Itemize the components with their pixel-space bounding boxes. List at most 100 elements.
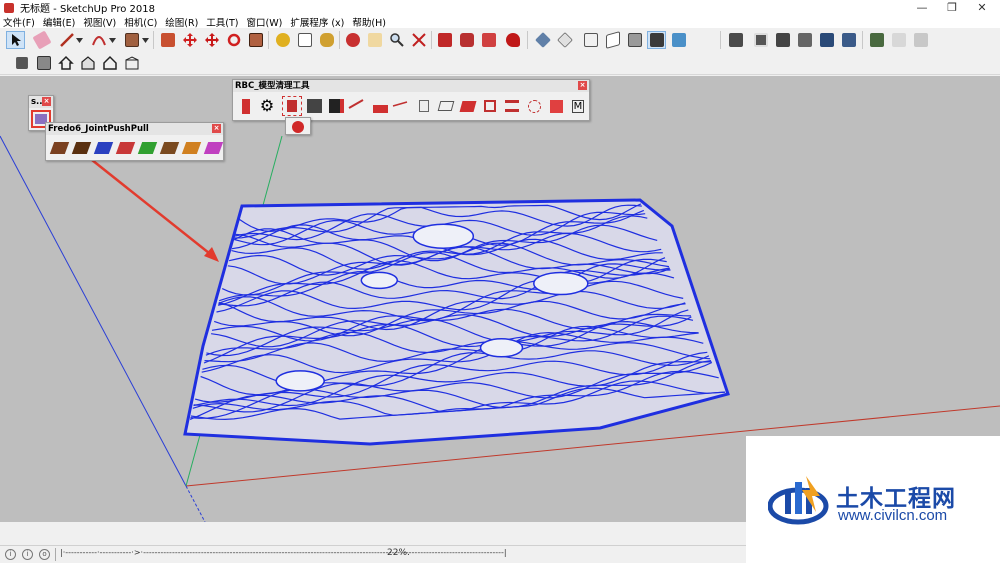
chevron-down-icon[interactable] <box>108 31 117 49</box>
fog-icon[interactable] <box>839 31 858 49</box>
close-icon[interactable]: × <box>42 97 51 106</box>
group-clean-icon[interactable] <box>480 96 500 116</box>
menu-extensions[interactable]: 扩展程序 (x) <box>290 15 344 29</box>
menu-draw[interactable]: 绘图(R) <box>165 15 198 29</box>
tape-measure-icon[interactable] <box>273 31 292 49</box>
trash-icon[interactable] <box>414 96 434 116</box>
rotate-icon[interactable] <box>202 31 221 49</box>
iso-view-icon[interactable] <box>533 31 552 49</box>
menu-file[interactable]: 文件(F) <box>3 15 35 29</box>
section-plane-icon[interactable] <box>751 31 770 49</box>
menu-window[interactable]: 窗口(W) <box>247 15 283 29</box>
terrain-flat-patch <box>360 271 399 290</box>
undo-pushpull-icon[interactable] <box>203 138 223 158</box>
menu-help[interactable]: 帮助(H) <box>352 15 386 29</box>
chevron-down-icon[interactable] <box>75 31 84 49</box>
normal-pushpull-icon[interactable] <box>93 138 113 158</box>
terrain-flat-patch <box>412 223 475 249</box>
text-icon[interactable] <box>295 31 314 49</box>
paint-clean-icon[interactable] <box>546 96 566 116</box>
minimize-button[interactable]: — <box>907 0 937 15</box>
follow-pushpull-icon[interactable] <box>137 138 157 158</box>
top-view-icon[interactable] <box>555 31 574 49</box>
layout-icon[interactable] <box>479 31 498 49</box>
right-view-icon[interactable] <box>603 31 622 49</box>
move-icon[interactable] <box>180 31 199 49</box>
orbit-icon[interactable] <box>343 31 362 49</box>
extrude-pushpull-icon[interactable] <box>115 138 135 158</box>
front-view-icon[interactable] <box>581 31 600 49</box>
purge-icon[interactable] <box>282 96 302 116</box>
round-pushpull-icon[interactable] <box>159 138 179 158</box>
maximize-button[interactable]: ❐ <box>937 0 967 15</box>
fredo-jointpushpull-palette: Fredo6_JointPushPull × <box>45 122 224 161</box>
cube-red-icon[interactable] <box>326 96 346 116</box>
red-face-icon[interactable] <box>458 96 478 116</box>
ruby-icon[interactable] <box>503 31 522 49</box>
styles-icon[interactable] <box>669 31 688 49</box>
brush-clean-icon[interactable] <box>236 96 256 116</box>
select-arrow-icon[interactable] <box>6 31 25 49</box>
door-icon[interactable] <box>34 54 53 72</box>
cube-clean-icon[interactable] <box>304 96 324 116</box>
house-front-icon[interactable] <box>78 54 97 72</box>
title-bar: 无标题 - SketchUp Pro 2018 — ❐ ✕ <box>0 0 1000 15</box>
watermark-panel: 土木工程网 www.civilcn.com <box>746 436 1000 563</box>
joint-pushpull-icon[interactable] <box>49 138 69 158</box>
zoom-icon[interactable] <box>387 31 406 49</box>
rbc-special-icon[interactable] <box>289 118 307 135</box>
house-icon[interactable] <box>56 54 75 72</box>
geo-location-icon[interactable] <box>867 31 886 49</box>
scale-icon[interactable] <box>246 31 265 49</box>
push-pull-icon[interactable] <box>158 31 177 49</box>
section-fill-icon[interactable] <box>795 31 814 49</box>
shadow-icon[interactable] <box>817 31 836 49</box>
layers-clean-icon[interactable] <box>502 96 522 116</box>
house-outline-icon[interactable] <box>100 54 119 72</box>
settings-gear-icon[interactable]: ⚙ <box>257 96 277 116</box>
component-icon[interactable] <box>12 54 31 72</box>
face-clean-icon[interactable] <box>436 96 456 116</box>
rbc-cleanup-palette: RBC_模型清理工具 × ⚙ M <box>232 79 590 121</box>
menu-tools[interactable]: 工具(T) <box>206 15 238 29</box>
line-fix-icon[interactable] <box>392 96 412 116</box>
sandbox-icon[interactable] <box>889 31 908 49</box>
terrain-clean-icon[interactable] <box>370 96 390 116</box>
layer-icon[interactable] <box>726 31 745 49</box>
secondary-toolbar <box>0 51 1000 75</box>
extension-warehouse-icon[interactable] <box>457 31 476 49</box>
paint-bucket-icon[interactable] <box>317 31 336 49</box>
close-icon[interactable]: × <box>578 81 587 90</box>
vector-pushpull-icon[interactable] <box>71 138 91 158</box>
warehouse-icon[interactable] <box>435 31 454 49</box>
credits-status-icon[interactable]: i <box>22 549 33 560</box>
close-button[interactable]: ✕ <box>967 0 997 15</box>
arc-icon[interactable] <box>89 31 108 49</box>
chevron-down-icon[interactable] <box>141 31 150 49</box>
eraser-icon[interactable] <box>31 30 52 50</box>
house-box-icon[interactable] <box>122 54 141 72</box>
refresh-icon[interactable] <box>224 31 243 49</box>
menu-bar: 文件(F) 编辑(E) 视图(V) 相机(C) 绘图(R) 工具(T) 窗口(W… <box>0 15 1000 29</box>
material-clean-icon[interactable] <box>524 96 544 116</box>
small-palette-title: s... × <box>29 96 53 108</box>
close-icon[interactable]: × <box>212 124 221 133</box>
xray-icon[interactable] <box>647 31 666 49</box>
zoom-value: 22%. <box>387 548 410 558</box>
user-status-icon[interactable]: o <box>39 549 50 560</box>
edge-clean-icon[interactable] <box>348 96 368 116</box>
rbc-extra-palette <box>285 117 311 135</box>
pencil-icon[interactable] <box>57 31 76 49</box>
model-info-icon[interactable]: M <box>568 96 588 116</box>
thicken-pushpull-icon[interactable] <box>181 138 201 158</box>
zoom-extents-icon[interactable] <box>409 31 428 49</box>
menu-view[interactable]: 视图(V) <box>83 15 116 29</box>
geo-status-icon[interactable]: i <box>5 549 16 560</box>
back-view-icon[interactable] <box>625 31 644 49</box>
rectangle-icon[interactable] <box>122 31 141 49</box>
pan-icon[interactable] <box>365 31 384 49</box>
menu-edit[interactable]: 编辑(E) <box>43 15 75 29</box>
menu-camera[interactable]: 相机(C) <box>124 15 157 29</box>
section-cut-icon[interactable] <box>773 31 792 49</box>
photo-texture-icon[interactable] <box>911 31 930 49</box>
